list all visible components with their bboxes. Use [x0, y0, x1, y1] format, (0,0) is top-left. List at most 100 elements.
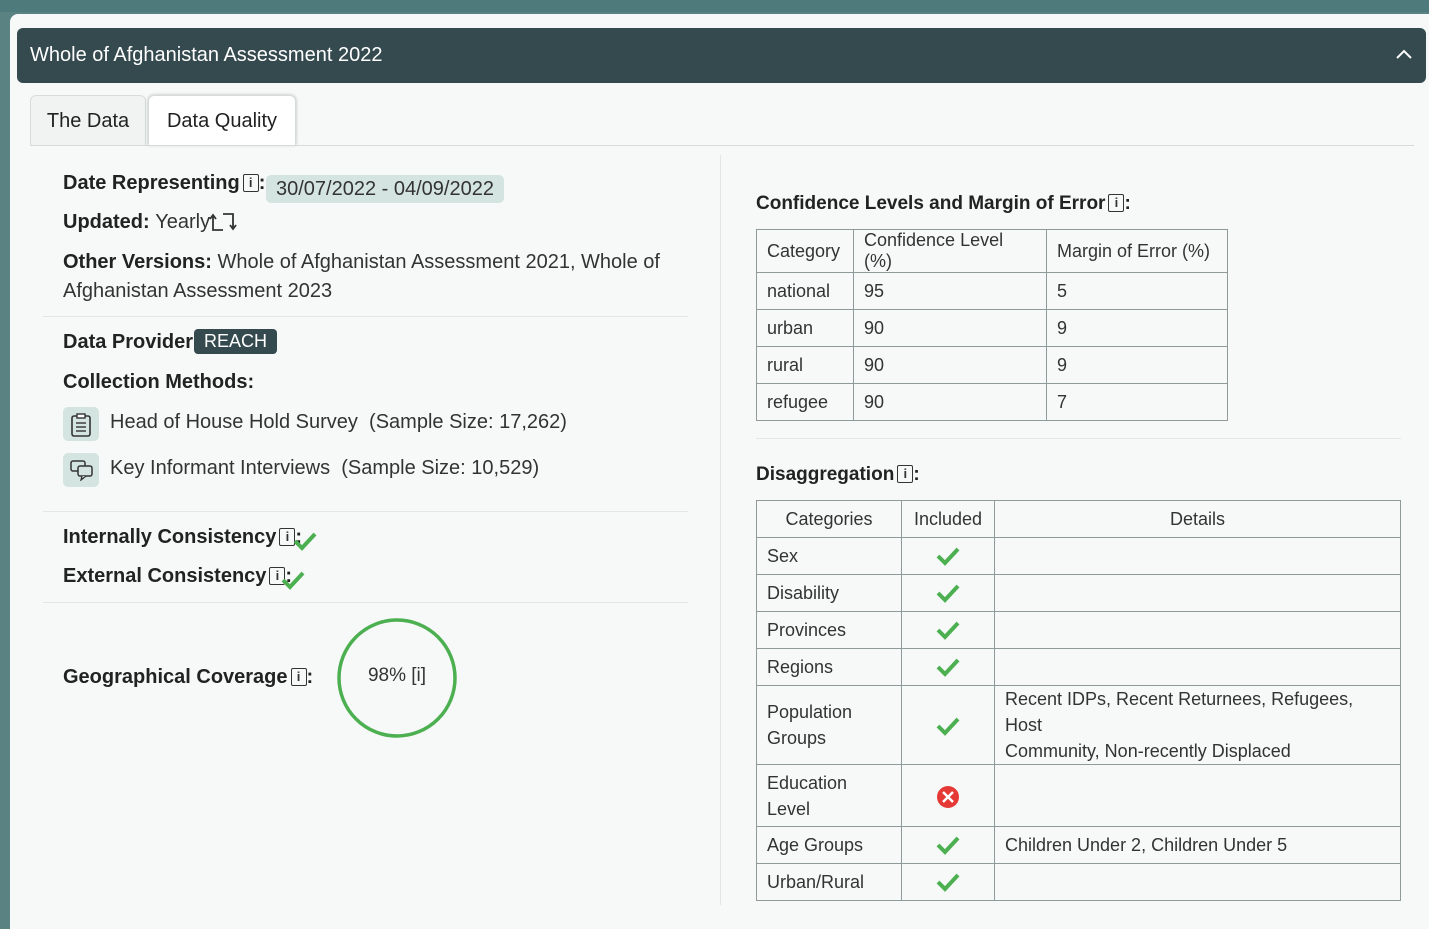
- details-cell: [994, 764, 1401, 827]
- date-representing-text: Date Representing: [63, 172, 240, 194]
- panel-header[interactable]: Whole of Afghanistan Assessment 2022: [17, 28, 1426, 83]
- table-row: Education Level: [756, 764, 1401, 827]
- table-row: rural 90 9: [756, 346, 1228, 384]
- check-icon: [281, 571, 305, 590]
- details-cell: Children Under 2, Children Under 5: [994, 826, 1401, 864]
- included-cell: [901, 537, 995, 575]
- details-cell: [994, 574, 1401, 612]
- colon: :: [913, 464, 920, 485]
- panel-title: Whole of Afghanistan Assessment 2022: [30, 44, 383, 66]
- table-cell: 90: [853, 309, 1047, 347]
- table-row: Urban/Rural: [756, 863, 1401, 901]
- details-cell: [994, 611, 1401, 649]
- disaggregation-title-text: Disaggregation: [756, 464, 895, 485]
- table-row: Sex: [756, 537, 1401, 575]
- details-cell: [994, 863, 1401, 901]
- section-divider: [43, 511, 688, 512]
- included-cell: [901, 685, 995, 765]
- update-arrows-icon: [209, 213, 237, 231]
- details-line: Recent IDPs, Recent Returnees, Refugees,…: [1005, 689, 1354, 735]
- category-cell: Sex: [756, 537, 902, 575]
- category-line: Education: [767, 772, 848, 793]
- check-icon: [936, 621, 960, 640]
- other-versions-line1[interactable]: Whole of Afghanistan Assessment 2021, Wh…: [218, 251, 660, 273]
- column-header: Details: [994, 500, 1401, 538]
- included-cell: [901, 826, 995, 864]
- updated-value: Yearly: [155, 211, 211, 233]
- method-name: Key Informant Interviews: [110, 457, 331, 479]
- tab-divider: [30, 145, 1414, 146]
- method-sample-size: (Sample Size: 17,262): [369, 411, 567, 433]
- included-cell: [901, 863, 995, 901]
- included-cell: [901, 764, 995, 827]
- table-cell: refugee: [756, 383, 854, 421]
- column-header: Included: [901, 500, 995, 538]
- clipboard-icon: [63, 407, 99, 441]
- table-row: refugee 90 7: [756, 383, 1228, 421]
- included-cell: [901, 574, 995, 612]
- section-divider: [756, 438, 1401, 439]
- table-cell: rural: [756, 346, 854, 384]
- colon: :: [306, 666, 314, 688]
- info-icon[interactable]: i: [1108, 194, 1125, 212]
- internal-consistency-label: Internally Consistency i:: [63, 526, 302, 549]
- info-icon[interactable]: i: [290, 668, 307, 686]
- check-icon: [936, 717, 960, 737]
- details-cell: Recent IDPs, Recent Returnees, Refugees,…: [994, 685, 1401, 765]
- table-cell: 9: [1046, 346, 1228, 384]
- other-versions-line2[interactable]: Afghanistan Assessment 2023: [63, 280, 332, 303]
- info-icon[interactable]: i: [242, 174, 259, 192]
- check-icon: [293, 532, 317, 551]
- table-header-row: Categories Included Details: [756, 500, 1401, 538]
- included-cell: [901, 648, 995, 686]
- category-line: Provinces: [767, 619, 847, 640]
- category-line: Age Groups: [767, 834, 864, 855]
- external-consistency-label: External Consistency i:: [63, 565, 292, 588]
- category-line: Urban/Rural: [767, 871, 865, 892]
- tab-the-data[interactable]: The Data: [30, 95, 146, 145]
- disaggregation-title: Disaggregation i:: [756, 464, 920, 486]
- details-cell: [994, 648, 1401, 686]
- coverage-value[interactable]: 98% [i]: [336, 665, 458, 687]
- disaggregation-table: Categories Included Details Sex Disabilit…: [756, 500, 1401, 901]
- chevron-up-icon[interactable]: [1394, 45, 1414, 65]
- included-cell: [901, 611, 995, 649]
- check-icon: [936, 836, 960, 855]
- disaggregation-body: Sex Disability Provinces Regions Population G…: [756, 537, 1401, 901]
- cross-icon: [937, 785, 959, 808]
- check-icon: [936, 584, 960, 603]
- category-cell: Provinces: [756, 611, 902, 649]
- table-row: Disability: [756, 574, 1401, 612]
- table-cell: urban: [756, 309, 854, 347]
- geographical-coverage-text: Geographical Coverage: [63, 666, 288, 688]
- category-cell: Urban/Rural: [756, 863, 902, 901]
- data-provider-label: Data Provider:: [63, 331, 200, 353]
- info-icon[interactable]: i: [897, 465, 914, 483]
- geographical-coverage-label: Geographical Coverage i:: [63, 666, 313, 689]
- tab-data-quality[interactable]: Data Quality: [148, 95, 296, 145]
- section-divider: [43, 316, 688, 317]
- confidence-title-text: Confidence Levels and Margin of Error: [756, 193, 1106, 214]
- details-cell: [994, 537, 1401, 575]
- category-line: Regions: [767, 656, 834, 677]
- category-line: Sex: [767, 545, 799, 566]
- method-interviews: Key Informant Interviews (Sample Size: 1…: [110, 457, 539, 480]
- table-cell: 90: [853, 383, 1047, 421]
- table-cell: 5: [1046, 272, 1228, 310]
- other-versions-label: Other Versions:: [63, 251, 212, 273]
- category-line: Population: [767, 702, 853, 722]
- method-name: Head of House Hold Survey: [110, 411, 358, 433]
- column-header: Category: [756, 229, 854, 273]
- provider-badge: REACH: [194, 329, 278, 354]
- category-line: Level: [767, 798, 811, 819]
- table-row: Age Groups Children Under 2, Children Und…: [756, 826, 1401, 864]
- check-icon: [936, 658, 960, 677]
- updated-label: Updated: Yearly: [63, 211, 210, 234]
- category-cell: Age Groups: [756, 826, 902, 864]
- category-cell: Population Groups: [756, 685, 902, 765]
- collection-methods-label: Collection Methods:: [63, 371, 255, 393]
- top-background-strip: [0, 0, 1429, 12]
- category-cell: Regions: [756, 648, 902, 686]
- details-line: Community, Non-recently Displaced: [1005, 741, 1291, 761]
- table-header-row: Category Confidence Level (%) Margin of …: [756, 229, 1228, 273]
